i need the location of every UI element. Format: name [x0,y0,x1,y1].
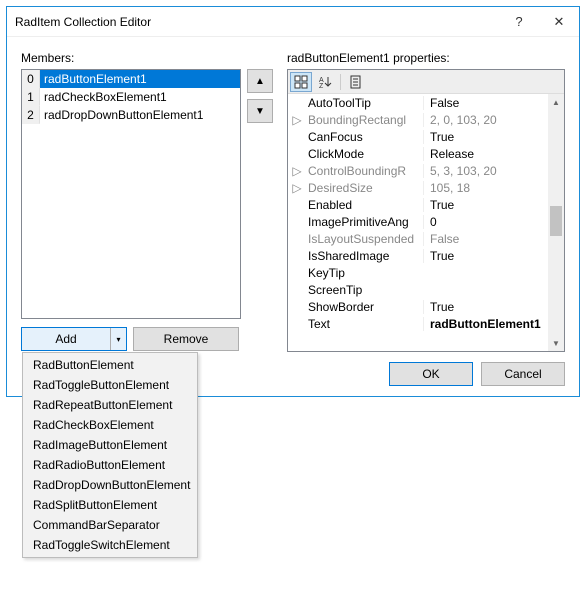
property-name: ImagePrimitiveAng [306,215,423,229]
add-button-dropdown[interactable]: ▾ [110,328,126,350]
add-dropdown-item[interactable]: RadRadioButtonElement [23,455,197,475]
property-row[interactable]: KeyTip [288,264,548,281]
members-item-label: radButtonElement1 [40,70,240,88]
scroll-down[interactable]: ▼ [548,335,564,351]
add-dropdown-item[interactable]: RadCheckBoxElement [23,415,197,435]
property-name: KeyTip [306,266,423,280]
members-label: Members: [21,51,273,65]
members-item-index: 2 [22,106,40,124]
property-value[interactable]: 5, 3, 103, 20 [423,164,548,178]
property-row[interactable]: CanFocusTrue [288,128,548,145]
cancel-button[interactable]: Cancel [481,362,565,386]
property-name: AutoToolTip [306,96,423,110]
members-list[interactable]: 0radButtonElement11radCheckBoxElement12r… [21,69,241,319]
add-dropdown-item[interactable]: RadImageButtonElement [23,435,197,455]
members-list-item[interactable]: 2radDropDownButtonElement1 [22,106,240,124]
property-grid-body: AutoToolTipFalse▷BoundingRectangl2, 0, 1… [288,94,564,351]
dialog-buttons: OK Cancel [287,362,565,386]
members-list-item[interactable]: 0radButtonElement1 [22,70,240,88]
move-up-button[interactable]: ▲ [247,69,273,93]
property-toolbar: AZ [288,70,564,94]
ok-button[interactable]: OK [389,362,473,386]
property-row[interactable]: ▷BoundingRectangl2, 0, 103, 20 [288,111,548,128]
expander-icon[interactable]: ▷ [288,113,306,127]
property-value[interactable]: radButtonElement1 [423,317,548,331]
properties-label: radButtonElement1 properties: [287,51,565,65]
help-button[interactable]: ? [499,7,539,37]
members-item-label: radCheckBoxElement1 [40,88,240,106]
add-dropdown-item[interactable]: RadSplitButtonElement [23,495,197,515]
add-dropdown-item[interactable]: RadToggleButtonElement [23,375,197,395]
property-name: ShowBorder [306,300,423,314]
property-value[interactable]: Release [423,147,548,161]
property-name: IsSharedImage [306,249,423,263]
window-title: RadItem Collection Editor [7,15,499,29]
property-scrollbar[interactable]: ▲ ▼ [548,94,564,351]
members-item-index: 0 [22,70,40,88]
remove-button[interactable]: Remove [133,327,239,351]
members-item-index: 1 [22,88,40,106]
alphabetical-button[interactable]: AZ [314,72,336,92]
add-dropdown-menu[interactable]: RadButtonElementRadToggleButtonElementRa… [22,352,198,558]
property-name: ClickMode [306,147,423,161]
add-button[interactable]: Add ▾ RadButtonElementRadToggleButtonEle… [21,327,127,351]
property-value[interactable]: True [423,300,548,314]
property-row[interactable]: ClickModeRelease [288,145,548,162]
close-button[interactable]: ✕ [539,7,579,37]
property-value[interactable]: 2, 0, 103, 20 [423,113,548,127]
property-value[interactable]: 105, 18 [423,181,548,195]
categorized-button[interactable] [290,72,312,92]
properties-page-button[interactable] [345,72,367,92]
property-row[interactable]: TextradButtonElement1 [288,315,548,332]
property-name: Text [306,317,423,331]
members-panel: Members: 0radButtonElement11radCheckBoxE… [21,51,273,386]
titlebar: RadItem Collection Editor ? ✕ [7,7,579,37]
property-name: Enabled [306,198,423,212]
add-dropdown-item[interactable]: RadRepeatButtonElement [23,395,197,415]
add-dropdown-item[interactable]: RadButtonElement [23,355,197,375]
add-dropdown-item[interactable]: RadDropDownButtonElement [23,475,197,495]
property-row[interactable]: EnabledTrue [288,196,548,213]
property-row[interactable]: AutoToolTipFalse [288,94,548,111]
property-name: ControlBoundingR [306,164,423,178]
property-row[interactable]: ▷DesiredSize105, 18 [288,179,548,196]
property-row[interactable]: IsSharedImageTrue [288,247,548,264]
content-area: Members: 0radButtonElement11radCheckBoxE… [7,37,579,396]
add-dropdown-item[interactable]: CommandBarSeparator [23,515,197,535]
property-name: IsLayoutSuspended [306,232,423,246]
scroll-up[interactable]: ▲ [548,94,564,110]
property-value[interactable]: False [423,96,548,110]
add-dropdown-item[interactable]: RadToggleSwitchElement [23,535,197,555]
property-value[interactable]: True [423,198,548,212]
toolbar-separator [340,74,341,90]
property-row[interactable]: ImagePrimitiveAng0 [288,213,548,230]
members-item-label: radDropDownButtonElement1 [40,106,240,124]
property-row[interactable]: ShowBorderTrue [288,298,548,315]
property-row[interactable]: ▷ControlBoundingR5, 3, 103, 20 [288,162,548,179]
property-name: CanFocus [306,130,423,144]
property-name: DesiredSize [306,181,423,195]
property-rows[interactable]: AutoToolTipFalse▷BoundingRectangl2, 0, 1… [288,94,548,351]
move-down-button[interactable]: ▼ [247,99,273,123]
member-buttons: Add ▾ RadButtonElementRadToggleButtonEle… [21,327,273,351]
properties-panel: radButtonElement1 properties: AZ [287,51,565,386]
dialog-window: RadItem Collection Editor ? ✕ Members: 0… [6,6,580,397]
expander-icon[interactable]: ▷ [288,164,306,178]
property-name: ScreenTip [306,283,423,297]
property-value[interactable]: False [423,232,548,246]
members-list-item[interactable]: 1radCheckBoxElement1 [22,88,240,106]
property-value[interactable]: True [423,130,548,144]
svg-text:Z: Z [319,83,324,89]
property-row[interactable]: ScreenTip [288,281,548,298]
scroll-thumb[interactable] [550,206,562,236]
reorder-buttons: ▲ ▼ [247,69,273,319]
property-grid: AZ AutoToolTipFalse▷BoundingRectangl2, 0… [287,69,565,352]
property-name: BoundingRectangl [306,113,423,127]
add-button-label: Add [22,328,110,350]
property-value[interactable]: True [423,249,548,263]
expander-icon[interactable]: ▷ [288,181,306,195]
property-row[interactable]: IsLayoutSuspendedFalse [288,230,548,247]
property-value[interactable]: 0 [423,215,548,229]
